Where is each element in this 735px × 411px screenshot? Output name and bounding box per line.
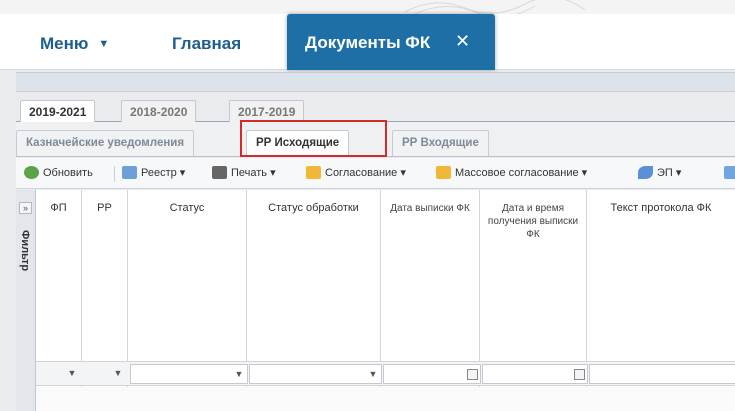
mass-approval-label: Массовое согласование ▾ (455, 167, 588, 179)
registry-icon (122, 166, 137, 179)
expand-icon[interactable]: » (19, 202, 32, 214)
signature-icon (638, 166, 653, 179)
documents-grid: » Фильтр ФП РР Статус Статус обработки Д… (16, 190, 735, 411)
grid-body (36, 387, 735, 411)
decoration-ornament (405, 0, 585, 14)
column-header-protocol-text: Текст протокола ФК (610, 202, 712, 214)
print-label: Печать ▾ (231, 167, 276, 179)
column-header-statement-date: Дата выписки ФК (390, 203, 470, 214)
ep-button[interactable]: ЭП ▾ (638, 166, 681, 179)
filter-receipt-datetime[interactable] (482, 364, 588, 384)
toolbar: Обновить Реестр ▾ Печать ▾ Согласование … (16, 158, 735, 189)
chevron-down-icon[interactable]: ▼ (231, 365, 247, 383)
registry-label: Реестр ▾ (141, 167, 186, 179)
filter-label: Фильтр (19, 230, 31, 272)
tab-2019-2021[interactable]: 2019-2021 (20, 100, 96, 123)
tab-documents-fk-label: Документы ФК (305, 33, 431, 52)
folder-icon (436, 166, 451, 179)
approval-button[interactable]: Согласование ▾ (306, 166, 406, 179)
calendar-icon[interactable] (464, 365, 480, 383)
filter-fp[interactable]: ▼ (62, 364, 80, 384)
filter-side-panel[interactable]: » Фильтр (16, 190, 36, 411)
approval-label: Согласование ▾ (325, 167, 406, 179)
filter-status[interactable]: ▼ (130, 364, 248, 384)
refresh-button[interactable]: Обновить (24, 166, 93, 179)
column-header-rr: РР (97, 202, 112, 214)
refresh-icon (24, 166, 39, 179)
chevron-down-icon: ▼ (98, 38, 110, 50)
chevron-down-icon[interactable]: ▼ (64, 364, 80, 382)
calendar-icon[interactable] (571, 365, 587, 383)
tab-rr-incoming[interactable]: РР Входящие (392, 130, 489, 156)
folder-icon (306, 166, 321, 179)
menu-label: Меню (40, 34, 89, 53)
refresh-label: Обновить (43, 167, 93, 179)
toolbar-divider (114, 166, 115, 182)
more-button[interactable] (724, 166, 735, 179)
tab-2018-2020[interactable]: 2018-2020 (121, 100, 197, 122)
filter-statement-date[interactable] (383, 364, 481, 384)
chevron-down-icon[interactable]: ▼ (110, 364, 126, 382)
window-top-strip (0, 0, 735, 14)
filter-processing-status[interactable]: ▼ (249, 364, 382, 384)
menu-button[interactable]: Меню ▼ (40, 34, 109, 54)
mass-approval-button[interactable]: Массовое согласование ▾ (436, 166, 587, 179)
tab-treasury-notifications[interactable]: Казначейские уведомления (16, 130, 195, 156)
column-header-status: Статус (169, 202, 205, 214)
ep-label: ЭП ▾ (657, 167, 682, 179)
home-link[interactable]: Главная (172, 34, 241, 54)
column-header-receipt-datetime: Дата и время получения выписки ФК (487, 203, 579, 240)
column-header-fp: ФП (50, 202, 67, 214)
main-menu-bar: Меню ▼ Главная Документы ФК ✕ (0, 14, 735, 70)
column-header-processing-status: Статус обработки (268, 202, 359, 214)
print-icon (212, 166, 227, 179)
filter-protocol-text[interactable] (589, 364, 735, 384)
tab-2017-2019[interactable]: 2017-2019 (229, 100, 305, 122)
filter-row: ▼ ▼ ▼ ▼ (36, 361, 735, 386)
filter-rr[interactable]: ▼ (108, 364, 126, 384)
more-icon (724, 166, 735, 179)
chevron-down-icon[interactable]: ▼ (365, 365, 381, 383)
highlight-frame (240, 120, 387, 157)
print-button[interactable]: Печать ▾ (212, 166, 276, 179)
registry-button[interactable]: Реестр ▾ (122, 166, 185, 179)
tab-strip-band (16, 72, 735, 92)
tab-documents-fk[interactable]: Документы ФК ✕ (287, 14, 495, 70)
close-icon[interactable]: ✕ (455, 31, 470, 52)
year-tabs: 2019-2021 2018-2020 2017-2019 (16, 94, 735, 123)
